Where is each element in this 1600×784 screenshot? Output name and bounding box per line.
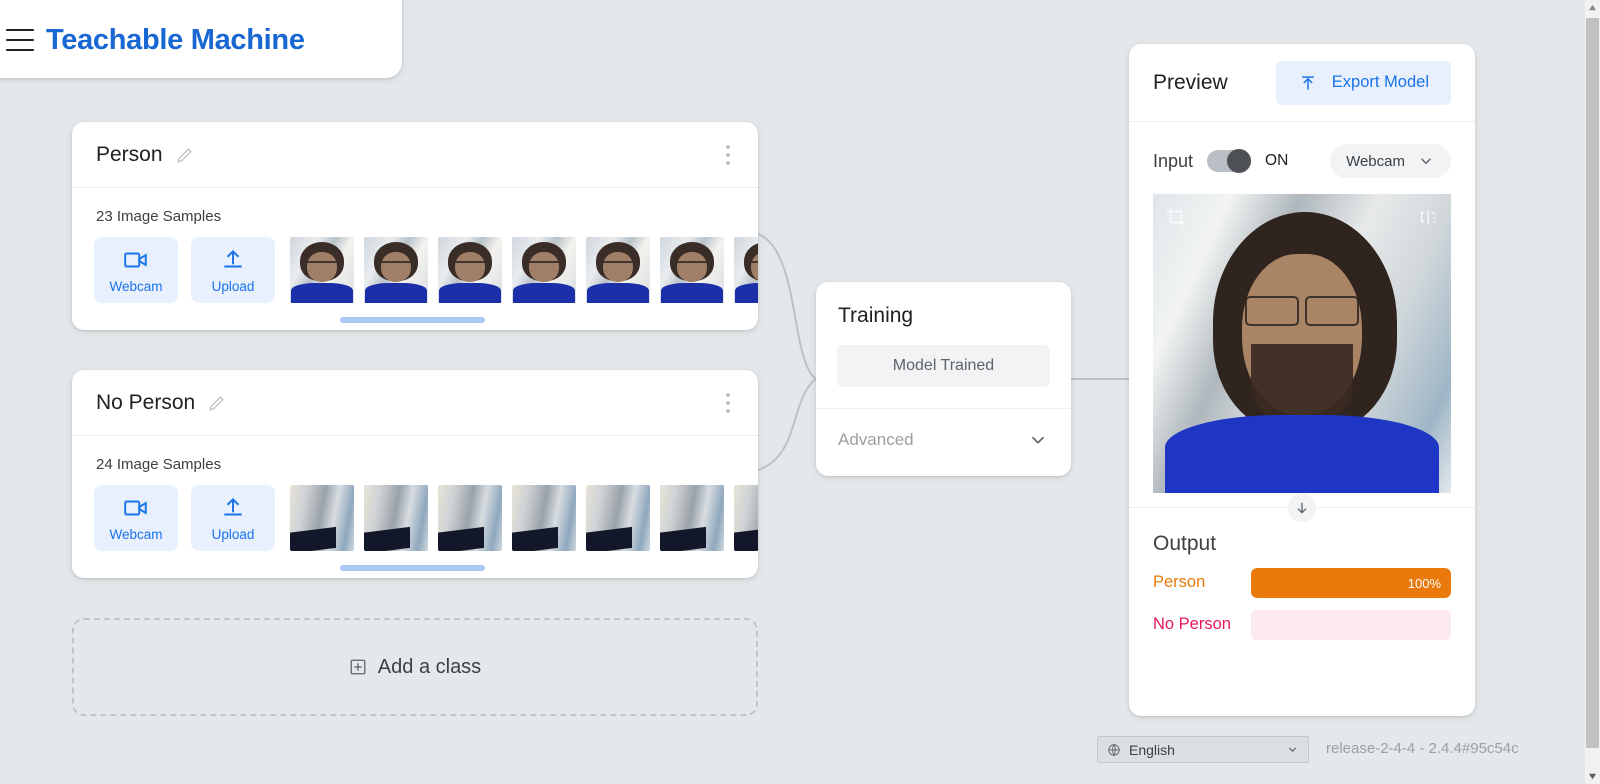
pencil-icon[interactable] — [207, 393, 227, 413]
sample-row: Webcam Upload — [72, 473, 758, 581]
upload-button-label: Upload — [212, 527, 255, 542]
training-title: Training — [816, 282, 1071, 328]
webcam-button-label: Webcam — [109, 279, 162, 294]
version-label: release-2-4-4 - 2.4.4#95c54c — [1326, 740, 1519, 757]
language-value: English — [1129, 742, 1175, 758]
upload-button-person[interactable]: Upload — [191, 237, 275, 303]
globe-icon — [1107, 743, 1121, 757]
app-header: Teachable Machine — [0, 0, 402, 78]
export-model-label: Export Model — [1332, 73, 1429, 92]
language-select[interactable]: English — [1097, 736, 1309, 763]
input-controls: Input ON Webcam — [1129, 122, 1475, 178]
scroll-up-arrow-icon[interactable] — [1585, 0, 1600, 15]
sample-thumbnails-person[interactable] — [290, 237, 758, 303]
input-toggle-state: ON — [1265, 152, 1288, 170]
sample-thumbnail[interactable] — [512, 485, 576, 551]
webcam-button-label: Webcam — [109, 527, 162, 542]
class-card-person: Person 23 Image Samples Webcam Upload — [72, 122, 758, 330]
sample-thumbnail[interactable] — [290, 485, 354, 551]
sample-thumbnail[interactable] — [364, 485, 428, 551]
app-title: Teachable Machine — [46, 24, 305, 57]
chevron-down-icon — [1417, 152, 1435, 170]
plus-square-icon — [349, 658, 367, 676]
class-header: No Person — [72, 370, 758, 436]
prediction-label: Person — [1153, 568, 1241, 592]
arrow-down-icon — [1294, 500, 1310, 516]
webcam-preview[interactable] — [1153, 194, 1451, 493]
prediction-label: No Person — [1153, 610, 1241, 634]
sample-thumbnail[interactable] — [586, 485, 650, 551]
preview-output-divider — [1129, 507, 1475, 508]
samples-scrollbar-person[interactable] — [340, 317, 485, 323]
samples-scrollbar-no-person[interactable] — [340, 565, 485, 571]
webcam-button-no-person[interactable]: Webcam — [94, 485, 178, 551]
crop-icon[interactable] — [1165, 206, 1187, 228]
sample-thumbnail[interactable] — [290, 237, 354, 303]
pencil-icon[interactable] — [175, 145, 195, 165]
preview-header: Preview Export Model — [1129, 44, 1475, 122]
input-label: Input — [1153, 151, 1193, 172]
sample-thumbnail[interactable] — [660, 237, 724, 303]
output-predictions: Person 100% No Person — [1129, 556, 1475, 640]
webcam-button-person[interactable]: Webcam — [94, 237, 178, 303]
class-name[interactable]: Person — [96, 143, 163, 167]
prediction-bar-track — [1251, 610, 1451, 640]
input-source-value: Webcam — [1346, 153, 1405, 170]
flip-camera-icon[interactable] — [1419, 206, 1441, 228]
kebab-menu-icon[interactable] — [720, 139, 736, 171]
sample-thumbnail[interactable] — [512, 237, 576, 303]
hamburger-menu-icon[interactable] — [6, 29, 34, 51]
sample-thumbnail[interactable] — [660, 485, 724, 551]
sample-thumbnail[interactable] — [438, 485, 502, 551]
sample-thumbnail[interactable] — [364, 237, 428, 303]
add-a-class-label: Add a class — [378, 656, 481, 679]
sample-count-label: 24 Image Samples — [72, 436, 758, 473]
input-toggle-switch[interactable] — [1207, 150, 1251, 172]
upload-button-no-person[interactable]: Upload — [191, 485, 275, 551]
prediction-bar-track: 100% — [1251, 568, 1451, 598]
scrollbar-thumb[interactable] — [1586, 18, 1599, 748]
sample-count-label: 23 Image Samples — [72, 188, 758, 225]
page-scrollbar[interactable] — [1585, 0, 1600, 784]
class-card-no-person: No Person 24 Image Samples Webcam Upload — [72, 370, 758, 578]
upload-button-label: Upload — [212, 279, 255, 294]
chevron-down-icon — [1286, 743, 1299, 756]
prediction-row: No Person — [1153, 610, 1451, 640]
sample-thumbnail[interactable] — [734, 485, 758, 551]
input-source-dropdown[interactable]: Webcam — [1330, 144, 1451, 178]
class-header: Person — [72, 122, 758, 188]
chevron-down-icon — [1027, 429, 1049, 451]
sample-thumbnail[interactable] — [586, 237, 650, 303]
training-panel: Training Model Trained Advanced — [816, 282, 1071, 476]
class-name[interactable]: No Person — [96, 391, 195, 415]
advanced-label: Advanced — [838, 430, 914, 450]
add-a-class-button[interactable]: Add a class — [72, 618, 758, 716]
kebab-menu-icon[interactable] — [720, 387, 736, 419]
sample-thumbnail[interactable] — [734, 237, 758, 303]
app-root: Teachable Machine Person 23 Image Sample… — [0, 0, 1600, 784]
advanced-settings-toggle[interactable]: Advanced — [816, 408, 1071, 470]
export-model-button[interactable]: Export Model — [1276, 61, 1451, 105]
preview-panel: Preview Export Model Input ON Webcam — [1129, 44, 1475, 716]
prediction-percent: 100% — [1408, 576, 1451, 591]
train-model-button[interactable]: Model Trained — [837, 345, 1050, 387]
upload-arrow-icon — [1298, 73, 1318, 93]
collapse-preview-button[interactable] — [1288, 494, 1316, 522]
sample-row: Webcam Upload — [72, 225, 758, 333]
sample-thumbnails-no-person[interactable] — [290, 485, 758, 551]
prediction-row: Person 100% — [1153, 568, 1451, 598]
scroll-down-arrow-icon[interactable] — [1585, 769, 1600, 784]
preview-title: Preview — [1153, 71, 1228, 95]
sample-thumbnail[interactable] — [438, 237, 502, 303]
prediction-bar-fill: 100% — [1251, 568, 1451, 598]
